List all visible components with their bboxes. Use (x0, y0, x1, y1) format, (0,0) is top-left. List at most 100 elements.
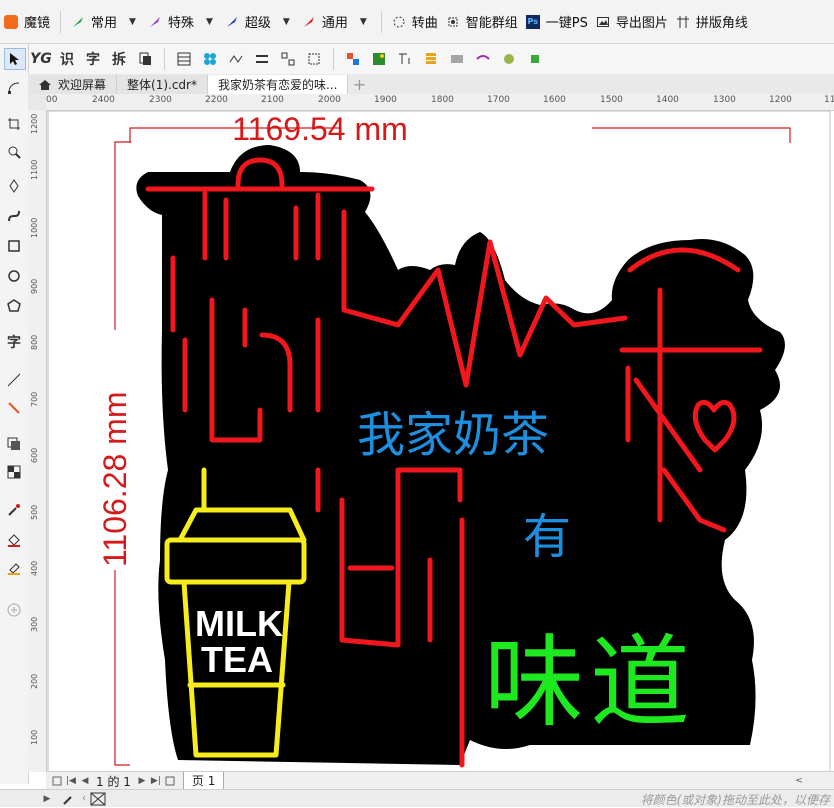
menu-super[interactable]: 超级 ▼ (221, 0, 298, 43)
new-tab-button[interactable]: + (348, 75, 370, 94)
add-tool-button[interactable] (4, 600, 24, 620)
dimension-icon (7, 373, 21, 387)
ruler-tick: 400 (30, 560, 39, 576)
width-dimension-label[interactable]: 1169.54 mm (100, 111, 540, 148)
neon-text-blue-line1[interactable]: 我家奶茶 (357, 395, 549, 465)
fill-tool[interactable] (4, 530, 24, 550)
distribute-button[interactable] (277, 48, 299, 70)
color-block-button[interactable] (342, 48, 364, 70)
neon-text-green[interactable]: 味道 (484, 601, 696, 746)
align-button[interactable] (251, 48, 273, 70)
zoom-icon (8, 146, 21, 159)
tab-document-2[interactable]: 我家奶茶有恋爱的味... (207, 75, 349, 94)
ruler-tick: 1500 (600, 95, 623, 105)
recognize-button[interactable]: 识 (56, 48, 78, 70)
pick-tool[interactable] (4, 48, 26, 70)
vertical-ruler[interactable]: 1200 1100 1000 900 800 700 600 500 400 3… (28, 110, 47, 772)
ellipse-tool[interactable] (4, 266, 24, 286)
chevron-down-icon[interactable]: ▼ (129, 17, 136, 27)
zoom-tool[interactable] (4, 142, 24, 162)
neon-text-blue-line2[interactable]: 有 (523, 497, 571, 567)
menu-export-image[interactable]: 导出图片 (592, 0, 672, 43)
text-align-icon (399, 53, 410, 64)
rotate-button[interactable] (498, 48, 520, 70)
puzzle-icon (531, 55, 539, 63)
crop-tool[interactable] (4, 114, 24, 134)
height-dimension-label[interactable]: 1106.28 mm (97, 392, 134, 568)
add-page-before-button[interactable] (50, 774, 64, 788)
smart-fill-tool[interactable] (4, 558, 24, 578)
first-page-button[interactable]: |◀ (64, 774, 78, 788)
red-pen-icon (303, 16, 314, 27)
barcode-button[interactable] (446, 48, 468, 70)
menu-common[interactable]: 常用 ▼ (67, 0, 144, 43)
menu-one-click-ps[interactable]: Ps 一键PS (522, 0, 592, 43)
horizontal-ruler[interactable]: 00 2400 2300 2200 2100 2000 1900 1800 17… (46, 94, 834, 111)
prev-page-button[interactable]: ◀ (78, 774, 92, 788)
transparency-tool[interactable] (4, 462, 24, 482)
yg-button[interactable]: YG (30, 48, 52, 70)
text-tool[interactable]: 字 (4, 332, 24, 352)
node-button[interactable] (225, 48, 247, 70)
polygon-tool[interactable] (4, 296, 24, 316)
drop-shadow-tool[interactable] (4, 434, 24, 454)
menu-special[interactable]: 特殊 ▼ (144, 0, 221, 43)
list-button[interactable] (420, 48, 442, 70)
menu-separator (380, 10, 382, 33)
checker-icon (7, 465, 21, 479)
status-expand-button[interactable]: ▶ (40, 792, 54, 806)
freehand-tool[interactable] (4, 176, 24, 196)
toolbox: 字 (0, 44, 29, 784)
rotate-icon (504, 54, 514, 64)
scroll-left-button[interactable]: < (792, 774, 806, 788)
color-block-icon (347, 53, 359, 65)
menu-convert-curve[interactable]: 转曲 (388, 0, 442, 43)
text-align-button[interactable] (394, 48, 416, 70)
no-fill-icon[interactable] (90, 792, 106, 806)
smart-group-icon (448, 17, 458, 26)
rectangle-tool[interactable] (4, 236, 24, 256)
tab-document-1[interactable]: 整体(1).cdr* (117, 75, 208, 94)
property-toolbar: YG 识 字 拆 (0, 44, 834, 75)
image-button[interactable] (368, 48, 390, 70)
artistic-media-tool[interactable] (4, 206, 24, 226)
copy-button[interactable] (134, 48, 156, 70)
chevron-down-icon[interactable]: ▼ (283, 17, 290, 27)
page-tab-1[interactable]: 页 1 (182, 772, 225, 790)
ruler-tick: 200 (30, 673, 39, 689)
connector-tool[interactable] (4, 398, 24, 418)
shape-tool[interactable] (4, 78, 24, 98)
menu-magic-mirror[interactable]: 魔镜 (0, 0, 54, 43)
last-page-button[interactable]: ▶| (149, 774, 163, 788)
transform-button[interactable] (472, 48, 494, 70)
split-button[interactable]: 拆 (108, 48, 130, 70)
tab-welcome[interactable]: 欢迎屏幕 (28, 75, 118, 94)
puzzle-button[interactable] (524, 48, 546, 70)
export-image-icon (596, 16, 609, 27)
chevron-down-icon[interactable]: ▼ (360, 17, 367, 27)
pattern-button[interactable] (199, 48, 221, 70)
purple-pen-icon (149, 16, 160, 27)
ruler-corner[interactable] (28, 94, 47, 111)
prev-page-icon: ◀ (81, 776, 89, 786)
select-region-button[interactable] (303, 48, 325, 70)
chevron-down-icon[interactable]: ▼ (206, 17, 213, 27)
ruler-tick: 600 (30, 447, 39, 463)
eyedropper-icon[interactable] (62, 792, 76, 806)
ruler-tick: 1900 (374, 95, 397, 105)
cup-text-tea[interactable]: TEA (195, 639, 279, 681)
drawing-canvas[interactable]: 1169.54 mm 1106.28 mm 我家奶茶 有 味道 MILK TEA (47, 111, 834, 771)
text-tool-icon: 字 (7, 335, 21, 351)
yg-label: YG (30, 51, 52, 67)
menu-general[interactable]: 通用 ▼ (298, 0, 375, 43)
character-button[interactable]: 字 (82, 48, 104, 70)
next-page-button[interactable]: ▶ (135, 774, 149, 788)
menu-crop-marks[interactable]: 拼版角线 (672, 0, 752, 43)
eyedropper-tool[interactable] (4, 500, 24, 520)
add-page-after-button[interactable] (163, 774, 177, 788)
table-button[interactable] (173, 48, 195, 70)
connector-icon (8, 402, 20, 414)
ruler-tick: 900 (30, 278, 39, 294)
dimension-tool[interactable] (4, 370, 24, 390)
menu-smart-group[interactable]: 智能群组 (442, 0, 522, 43)
